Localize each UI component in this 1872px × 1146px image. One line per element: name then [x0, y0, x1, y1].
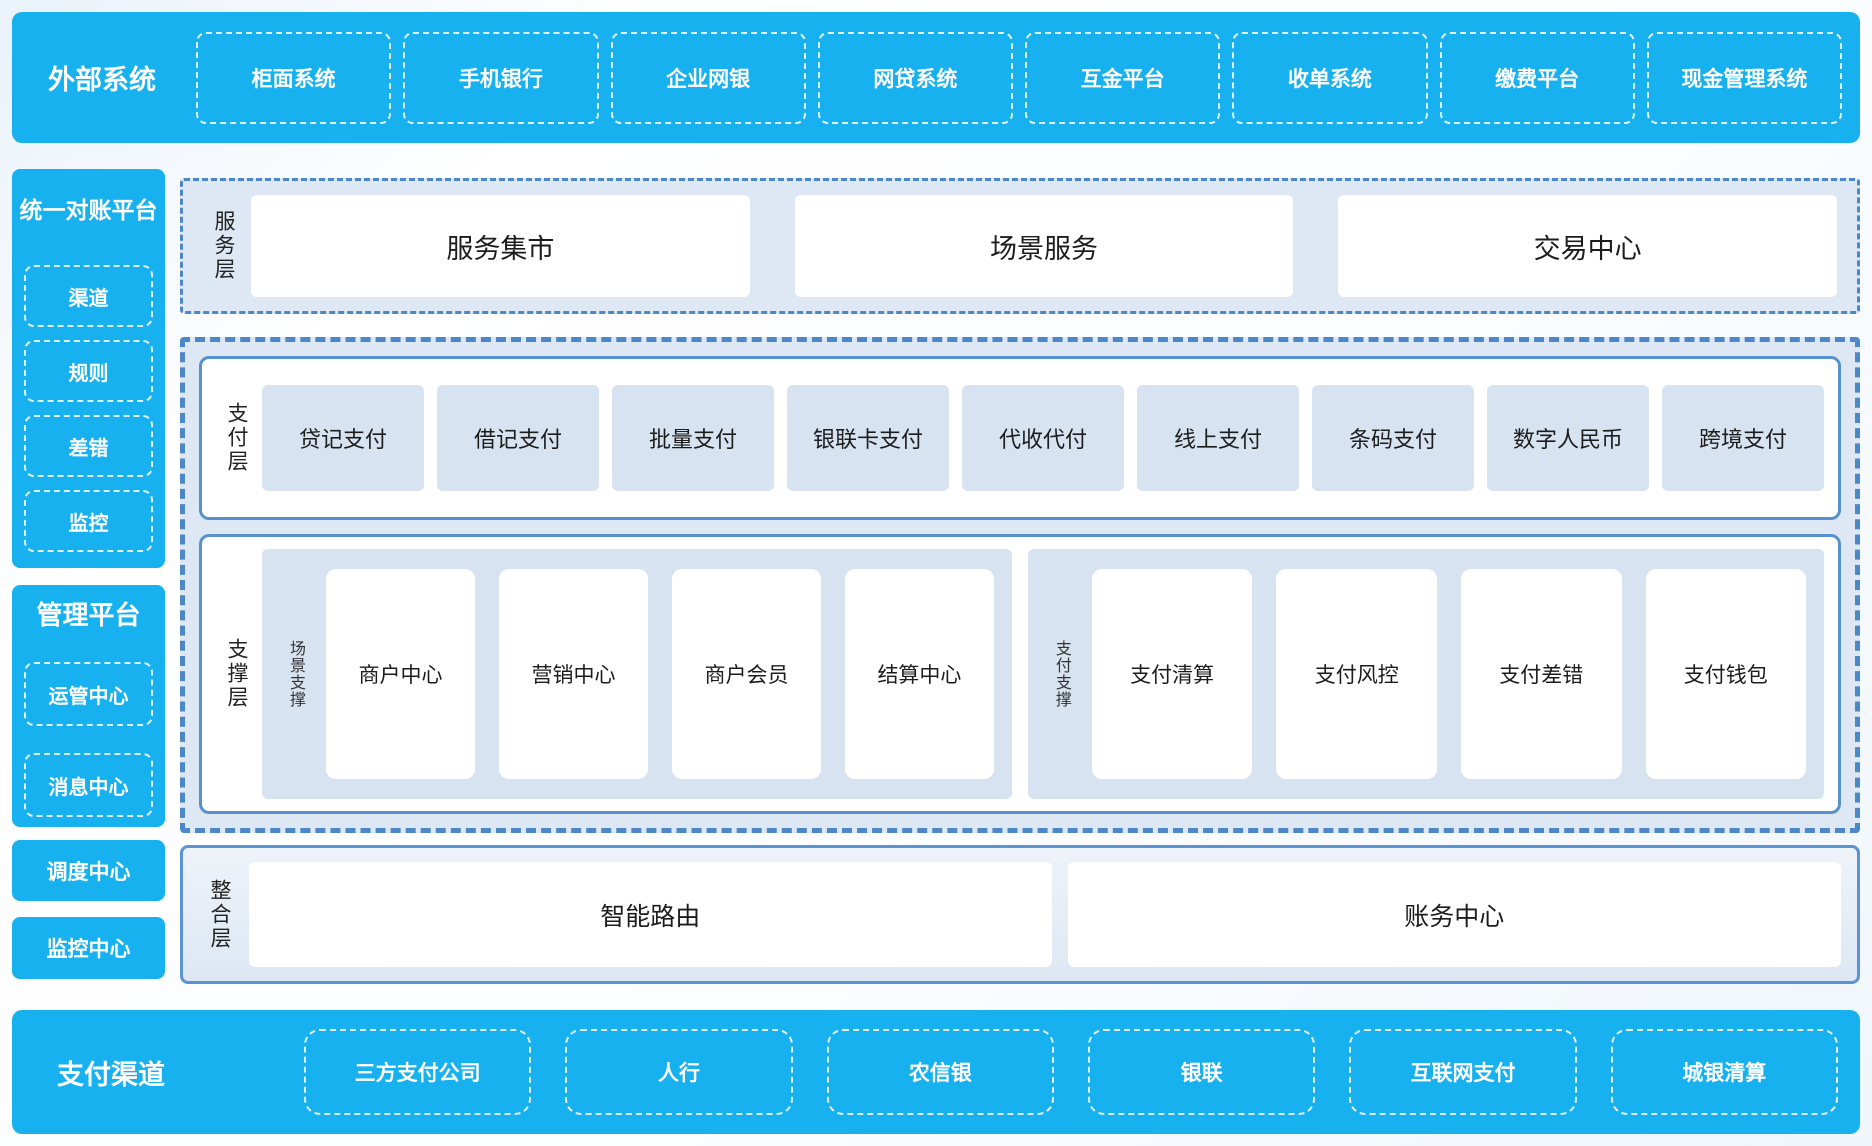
payment-tile: 代收代付: [962, 385, 1124, 491]
integration-layer-label: 整合层: [199, 862, 241, 967]
payment-channel-item: 银联: [1088, 1029, 1315, 1115]
payment-support-group: 支付支撑 支付清算 支付风控 支付差错 支付钱包: [1028, 549, 1824, 799]
payment-support-tile: 支付风控: [1276, 569, 1437, 779]
management-item: 运管中心: [24, 662, 153, 726]
reconciliation-platform-title: 统一对账平台: [20, 191, 158, 225]
payment-layer-items: 贷记支付 借记支付 批量支付 银联卡支付 代收代付 线上支付 条码支付 数字人民…: [262, 371, 1824, 505]
reconciliation-item: 规则: [24, 340, 153, 402]
external-systems-bar: 外部系统 柜面系统 手机银行 企业网银 网贷系统 互金平台 收单系统 缴费平台 …: [12, 12, 1860, 143]
management-item: 消息中心: [24, 753, 153, 817]
payment-tile: 批量支付: [612, 385, 774, 491]
scene-support-label: 场景支撑: [280, 569, 312, 779]
integration-layer-section: 整合层 智能路由 账务中心: [180, 845, 1860, 984]
external-systems-items: 柜面系统 手机银行 企业网银 网贷系统 互金平台 收单系统 缴费平台 现金管理系…: [196, 32, 1842, 124]
scene-support-group: 场景支撑 商户中心 营销中心 商户会员 结算中心: [262, 549, 1012, 799]
payment-tile: 跨境支付: [1662, 385, 1824, 491]
scene-support-items: 商户中心 营销中心 商户会员 结算中心: [326, 569, 994, 779]
monitor-center-box: 监控中心: [12, 917, 165, 979]
payment-support-items: 支付清算 支付风控 支付差错 支付钱包: [1092, 569, 1806, 779]
external-systems-title: 外部系统: [48, 58, 170, 97]
payment-support-tile: 支付差错: [1461, 569, 1622, 779]
payment-layer-label: 支付层: [216, 371, 258, 505]
service-tile: 交易中心: [1338, 195, 1837, 297]
external-system-item: 柜面系统: [196, 32, 391, 124]
payment-support-tile: 支付钱包: [1646, 569, 1807, 779]
scene-support-tile: 结算中心: [845, 569, 994, 779]
external-system-item: 互金平台: [1025, 32, 1220, 124]
management-platform-panel: 管理平台 运管中心 消息中心: [12, 585, 165, 827]
payment-architecture-diagram: 外部系统 柜面系统 手机银行 企业网银 网贷系统 互金平台 收单系统 缴费平台 …: [0, 0, 1872, 1146]
payment-channel-item: 互联网支付: [1349, 1029, 1576, 1115]
external-system-item: 现金管理系统: [1647, 32, 1842, 124]
reconciliation-platform-panel: 统一对账平台 渠道 规则 差错 监控: [12, 169, 165, 568]
payment-support-label: 支付支撑: [1046, 569, 1078, 779]
integration-tile: 账务中心: [1068, 862, 1841, 967]
payment-support-tile: 支付清算: [1092, 569, 1253, 779]
reconciliation-item: 差错: [24, 415, 153, 477]
payment-tile: 银联卡支付: [787, 385, 949, 491]
management-platform-title: 管理平台: [36, 595, 140, 632]
support-layer-groups: 场景支撑 商户中心 营销中心 商户会员 结算中心 支付支撑 支付清算 支付风控: [262, 549, 1824, 799]
dispatch-center-box: 调度中心: [12, 840, 165, 901]
payment-tile: 贷记支付: [262, 385, 424, 491]
integration-layer-items: 智能路由 账务中心: [249, 862, 1841, 967]
payment-layer-box: 支付层 贷记支付 借记支付 批量支付 银联卡支付 代收代付 线上支付 条码支付 …: [199, 356, 1841, 520]
service-layer-items: 服务集市 场景服务 交易中心: [251, 195, 1837, 297]
payment-channels-bar: 支付渠道 三方支付公司 人行 农信银 银联 互联网支付 城银清算: [12, 1010, 1860, 1134]
payment-channel-item: 人行: [565, 1029, 792, 1115]
external-system-item: 网贷系统: [818, 32, 1013, 124]
external-system-item: 企业网银: [611, 32, 806, 124]
support-layer-label: 支撑层: [216, 549, 258, 799]
external-system-item: 收单系统: [1232, 32, 1427, 124]
integration-tile: 智能路由: [249, 862, 1052, 967]
payment-channels-title: 支付渠道: [57, 1053, 169, 1092]
service-layer-section: 服务层 服务集市 场景服务 交易中心: [180, 178, 1860, 314]
payment-tile: 条码支付: [1312, 385, 1474, 491]
payment-tile: 借记支付: [437, 385, 599, 491]
service-tile: 服务集市: [251, 195, 750, 297]
payment-tile: 数字人民币: [1487, 385, 1649, 491]
payment-channel-item: 城银清算: [1611, 1029, 1838, 1115]
external-system-item: 缴费平台: [1440, 32, 1635, 124]
payment-support-section: 支付层 贷记支付 借记支付 批量支付 银联卡支付 代收代付 线上支付 条码支付 …: [180, 337, 1860, 833]
scene-support-tile: 商户会员: [672, 569, 821, 779]
scene-support-tile: 营销中心: [499, 569, 648, 779]
external-system-item: 手机银行: [403, 32, 598, 124]
reconciliation-item: 渠道: [24, 265, 153, 327]
diagram-main-column: 服务层 服务集市 场景服务 交易中心 支付层 贷记支付 借记支付 批量支付 银联…: [180, 178, 1860, 984]
payment-channel-item: 农信银: [827, 1029, 1054, 1115]
service-tile: 场景服务: [795, 195, 1294, 297]
service-layer-label: 服务层: [203, 195, 245, 297]
payment-channel-item: 三方支付公司: [304, 1029, 531, 1115]
reconciliation-item: 监控: [24, 490, 153, 552]
payment-channels-items: 三方支付公司 人行 农信银 银联 互联网支付 城银清算: [304, 1029, 1838, 1115]
payment-tile: 线上支付: [1137, 385, 1299, 491]
support-layer-box: 支撑层 场景支撑 商户中心 营销中心 商户会员 结算中心 支付支撑: [199, 534, 1841, 814]
scene-support-tile: 商户中心: [326, 569, 475, 779]
